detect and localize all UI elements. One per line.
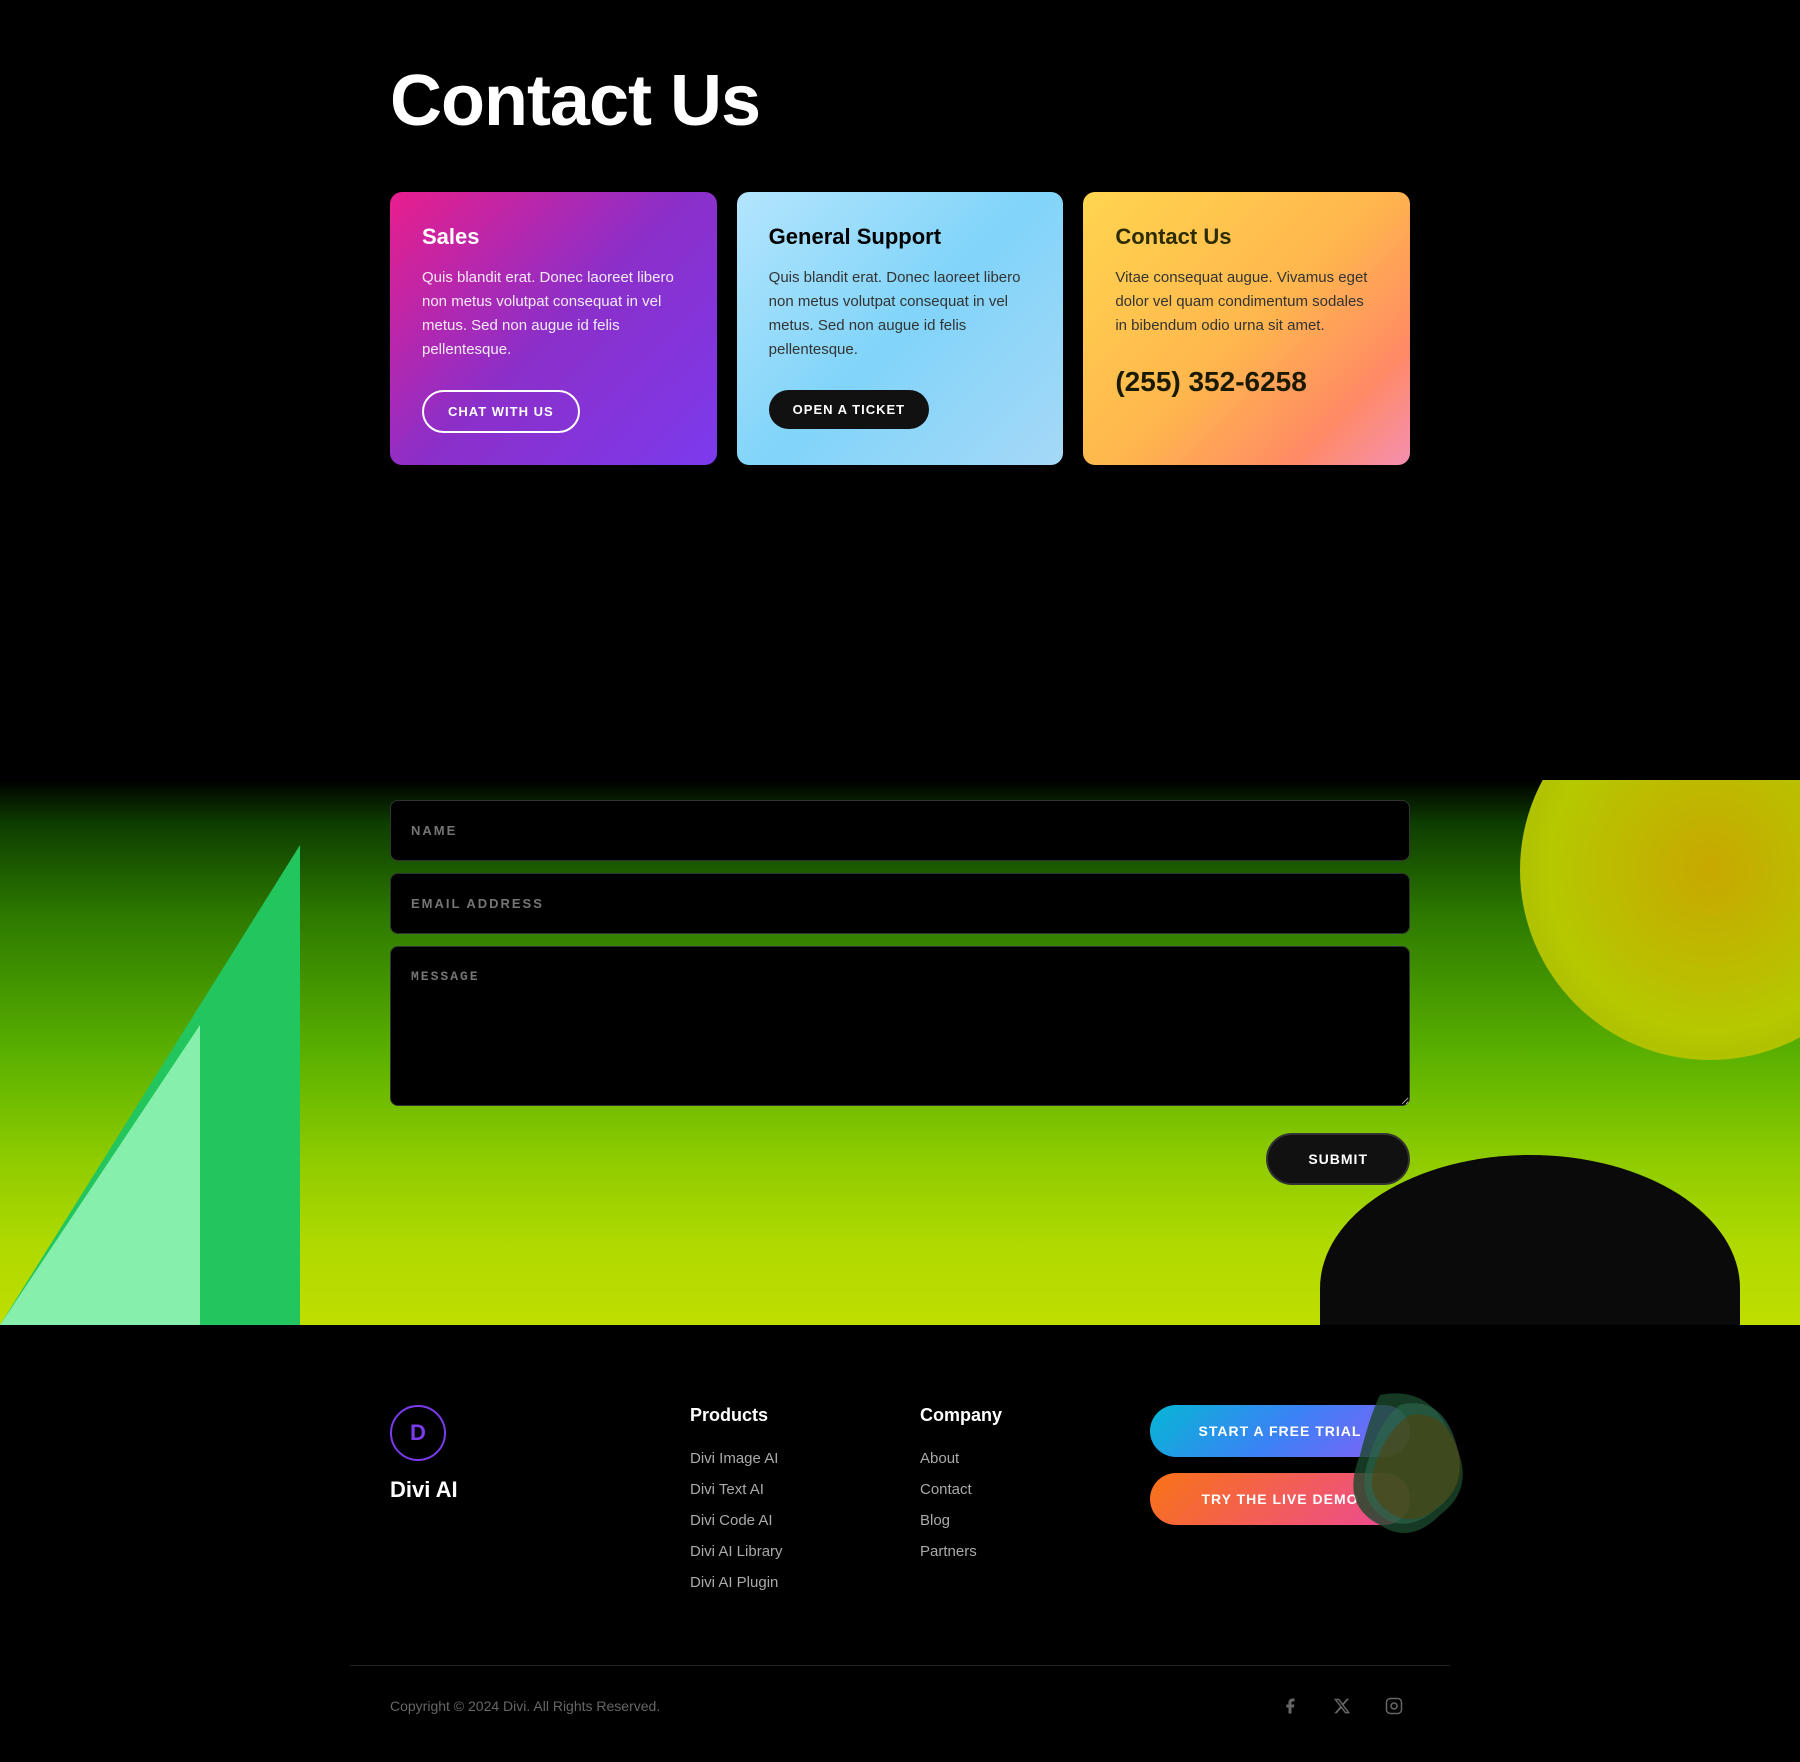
cards-row: Sales Quis blandit erat. Donec laoreet l… [390, 192, 1410, 465]
form-section: SUBMIT [0, 780, 1800, 1325]
contact-form: SUBMIT [350, 780, 1450, 1265]
footer-bottom: Copyright © 2024 Divi. All Rights Reserv… [350, 1665, 1450, 1722]
page-title: Contact Us [390, 60, 1410, 142]
decorative-triangle-left2 [0, 1025, 200, 1325]
message-textarea[interactable] [390, 946, 1410, 1106]
footer-link-blog[interactable]: Blog [920, 1512, 1070, 1529]
sales-card-text: Quis blandit erat. Donec laoreet libero … [422, 266, 685, 362]
company-title: Company [920, 1405, 1070, 1426]
footer-brand-name: Divi AI [390, 1477, 610, 1503]
decorative-circle-right [1520, 780, 1800, 1060]
footer-cta: START A FREE TRIAL TRY THE LIVE DEMO [1150, 1405, 1410, 1525]
footer-link-divi-ai-plugin[interactable]: Divi AI Plugin [690, 1574, 840, 1591]
contact-card: Contact Us Vitae consequat augue. Vivamu… [1083, 192, 1410, 465]
footer-link-divi-image-ai[interactable]: Divi Image AI [690, 1450, 840, 1467]
footer-inner: D Divi AI Products Divi Image AI Divi Te… [350, 1405, 1450, 1605]
sales-card: Sales Quis blandit erat. Donec laoreet l… [390, 192, 717, 465]
chat-with-us-button[interactable]: CHAT WITH US [422, 390, 580, 433]
facebook-icon[interactable] [1274, 1690, 1306, 1722]
footer-products-col: Products Divi Image AI Divi Text AI Divi… [690, 1405, 840, 1605]
contact-card-title: Contact Us [1115, 224, 1378, 250]
footer-link-divi-ai-library[interactable]: Divi AI Library [690, 1543, 840, 1560]
support-card: General Support Quis blandit erat. Donec… [737, 192, 1064, 465]
footer-brand: D Divi AI [390, 1405, 610, 1503]
footer-link-about[interactable]: About [920, 1450, 1070, 1467]
contact-section: Contact Us Sales Quis blandit erat. Done… [0, 0, 1800, 780]
name-input[interactable] [390, 800, 1410, 861]
submit-button[interactable]: SUBMIT [1266, 1133, 1410, 1185]
support-card-title: General Support [769, 224, 1032, 250]
contact-phone: (255) 352-6258 [1115, 366, 1378, 398]
x-twitter-icon[interactable] [1326, 1690, 1358, 1722]
footer-link-contact[interactable]: Contact [920, 1481, 1070, 1498]
products-title: Products [690, 1405, 840, 1426]
footer-link-divi-code-ai[interactable]: Divi Code AI [690, 1512, 840, 1529]
footer-decorative-blob [1350, 1385, 1470, 1545]
copyright-text: Copyright © 2024 Divi. All Rights Reserv… [390, 1698, 660, 1714]
social-icons [1274, 1690, 1410, 1722]
submit-row: SUBMIT [390, 1133, 1410, 1185]
footer-logo: D [390, 1405, 446, 1461]
footer-link-partners[interactable]: Partners [920, 1543, 1070, 1560]
instagram-icon[interactable] [1378, 1690, 1410, 1722]
sales-card-title: Sales [422, 224, 685, 250]
support-card-text: Quis blandit erat. Donec laoreet libero … [769, 266, 1032, 362]
footer-link-divi-text-ai[interactable]: Divi Text AI [690, 1481, 840, 1498]
open-ticket-button[interactable]: OPEN A TICKET [769, 390, 929, 429]
footer-company-col: Company About Contact Blog Partners [920, 1405, 1070, 1574]
footer: D Divi AI Products Divi Image AI Divi Te… [0, 1325, 1800, 1762]
contact-card-text: Vitae consequat augue. Vivamus eget dolo… [1115, 266, 1378, 338]
email-input[interactable] [390, 873, 1410, 934]
